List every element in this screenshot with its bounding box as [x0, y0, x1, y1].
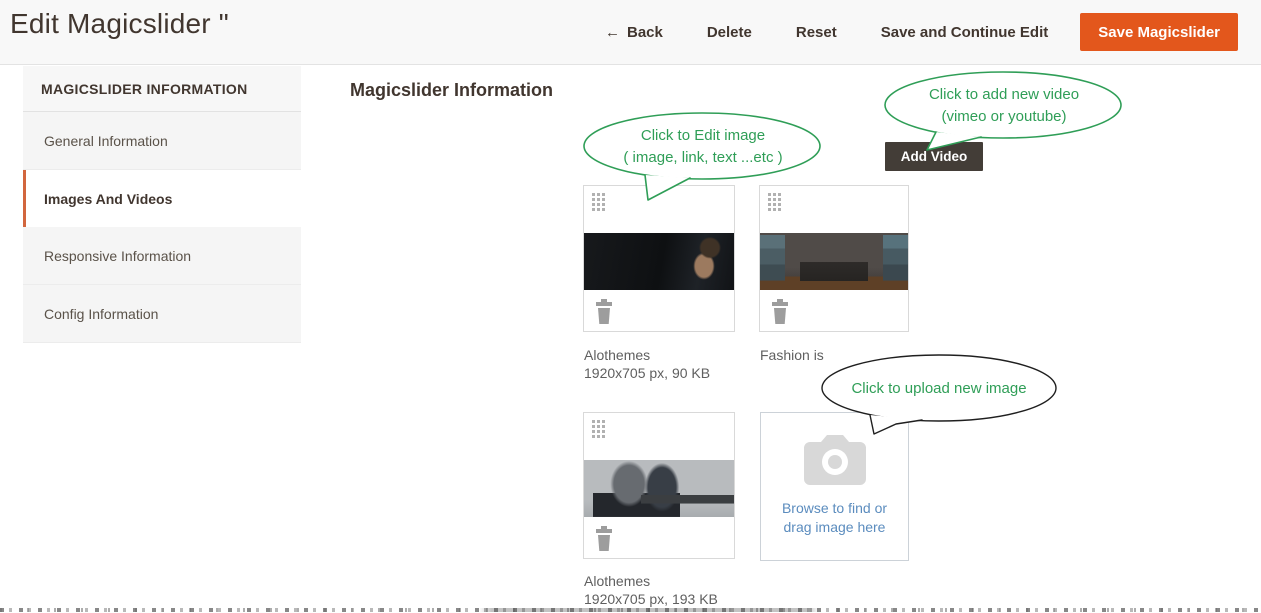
slide-image-1[interactable]: [584, 233, 734, 290]
annotation-add-video: Click to add new video (vimeo or youtube…: [876, 66, 1132, 158]
slide-card-3[interactable]: [583, 412, 735, 559]
trash-icon: [594, 299, 614, 325]
back-button-label: Back: [627, 24, 663, 41]
slide-meta: 1920x705 px, 90 KB: [584, 364, 710, 382]
sidebar-item-images-and-videos[interactable]: Images And Videos: [23, 170, 301, 227]
page-title: Edit Magicslider ": [10, 8, 229, 40]
upload-label: Browse to find or drag image here: [761, 499, 908, 537]
page-header: Edit Magicslider " ← Back Delete Reset S…: [0, 0, 1261, 65]
drag-grid-icon: [592, 420, 606, 439]
slide-card-1[interactable]: [583, 185, 735, 332]
back-arrow-icon: ←: [605, 24, 620, 41]
trash-icon: [770, 299, 790, 325]
slide-card-2[interactable]: [759, 185, 909, 332]
slide-image-2[interactable]: [760, 233, 908, 290]
annotation-line: Click to upload new image: [812, 378, 1066, 400]
header-actions: ← Back Delete Reset Save and Continue Ed…: [605, 0, 1238, 64]
slide-caption-1: Alothemes 1920x705 px, 90 KB: [584, 346, 710, 382]
back-button[interactable]: ← Back: [605, 24, 663, 41]
annotation-line: ( image, link, text ...etc ): [575, 147, 831, 169]
cropped-bottom-text-artifact: [0, 608, 1261, 612]
delete-slide-button-2[interactable]: [770, 299, 790, 325]
sidebar-item-general-information[interactable]: General Information: [23, 112, 301, 170]
annotation-line: Click to Edit image: [575, 125, 831, 147]
save-and-continue-button[interactable]: Save and Continue Edit: [881, 24, 1049, 41]
delete-slide-button-1[interactable]: [594, 299, 614, 325]
annotation-upload-image: Click to upload new image: [812, 352, 1066, 438]
annotation-text: Click to upload new image: [812, 378, 1066, 400]
sidebar-header: MAGICSLIDER INFORMATION: [23, 66, 301, 112]
slide-title: Alothemes: [584, 572, 718, 590]
drag-handle-icon[interactable]: [592, 420, 606, 439]
section-heading: Magicslider Information: [350, 80, 553, 101]
save-magicslider-button[interactable]: Save Magicslider: [1080, 13, 1238, 51]
upload-label-line2: drag image here: [784, 519, 886, 535]
sidebar-item-config-information[interactable]: Config Information: [23, 285, 301, 343]
annotation-edit-image: Click to Edit image ( image, link, text …: [575, 108, 831, 204]
slide-title: Alothemes: [584, 346, 710, 364]
slide-image-3[interactable]: [584, 460, 734, 517]
slide-meta: 1920x705 px, 193 KB: [584, 590, 718, 608]
annotation-text: Click to add new video (vimeo or youtube…: [876, 84, 1132, 128]
delete-slide-button-3[interactable]: [594, 526, 614, 552]
annotation-text: Click to Edit image ( image, link, text …: [575, 125, 831, 169]
reset-button[interactable]: Reset: [796, 24, 837, 41]
sidebar-item-responsive-information[interactable]: Responsive Information: [23, 227, 301, 285]
upload-label-line1: Browse to find or: [782, 500, 887, 516]
sidebar-tabs: MAGICSLIDER INFORMATION General Informat…: [23, 66, 301, 343]
annotation-line: Click to add new video: [876, 84, 1132, 106]
trash-icon: [594, 526, 614, 552]
magicslider-edit-page: Edit Magicslider " ← Back Delete Reset S…: [0, 0, 1261, 613]
camera-icon: [804, 435, 866, 485]
slide-caption-3: Alothemes 1920x705 px, 193 KB: [584, 572, 718, 608]
delete-button[interactable]: Delete: [707, 24, 752, 41]
annotation-line: (vimeo or youtube): [876, 106, 1132, 128]
camera-glyph: [804, 435, 866, 485]
